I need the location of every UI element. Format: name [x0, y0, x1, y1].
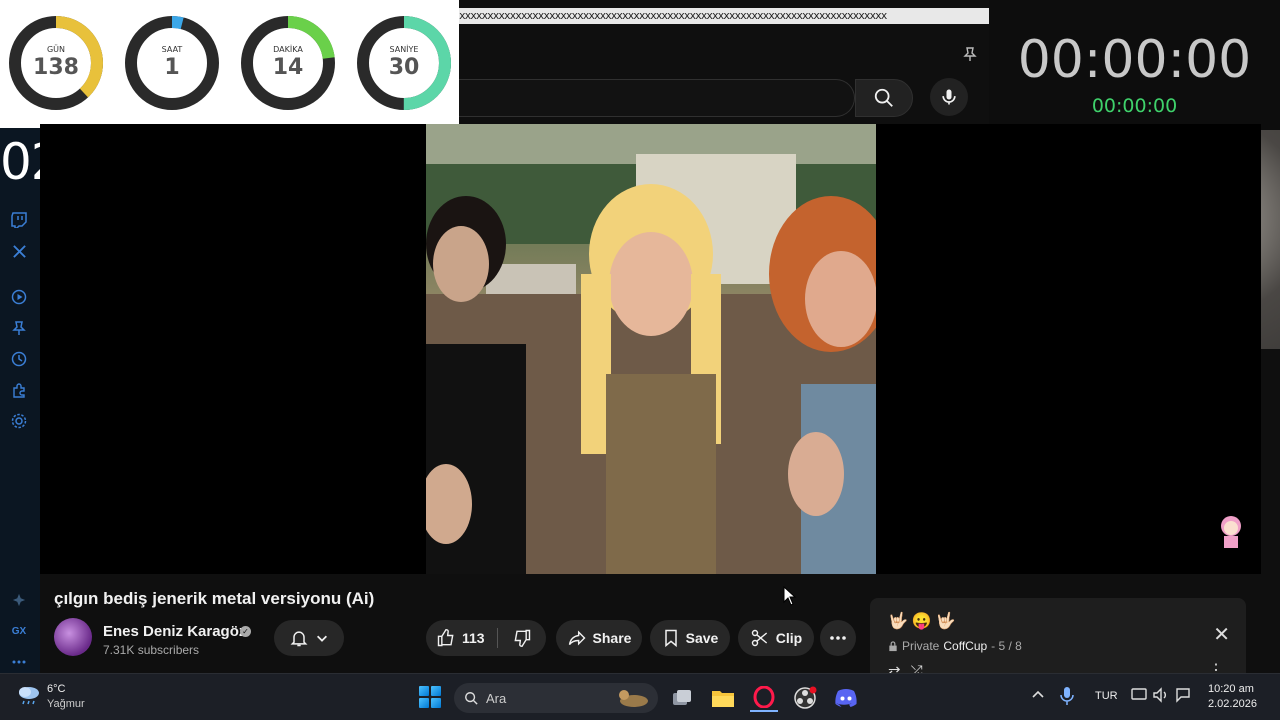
gx-icon[interactable]: GX	[9, 621, 29, 641]
chat-count: - 5 / 8	[991, 639, 1022, 653]
thumbs-up-icon	[437, 628, 454, 647]
chat-private-label: Private	[902, 639, 940, 653]
task-view-icon[interactable]	[668, 684, 696, 712]
chevron-down-icon	[317, 635, 327, 642]
taskbar-search[interactable]: Ara	[454, 683, 658, 713]
chat-name: CoffCup	[943, 639, 988, 653]
ring-label: GÜN	[46, 45, 66, 54]
notification-bell-button[interactable]	[274, 620, 344, 656]
ring-value: 1	[164, 55, 180, 80]
scissors-icon	[751, 629, 767, 647]
start-button[interactable]	[419, 686, 441, 708]
clip-button[interactable]: Clip	[738, 620, 814, 656]
thumbs-down-icon	[514, 629, 531, 648]
taskbar-search-placeholder: Ara	[486, 690, 507, 706]
voice-search-button[interactable]	[930, 78, 968, 116]
player-icon[interactable]	[9, 287, 29, 307]
more-horizontal-icon	[830, 636, 846, 640]
dislike-button[interactable]	[498, 620, 546, 656]
subscriber-count: 7.31K subscribers	[103, 643, 200, 657]
browser-sidebar: GX	[0, 128, 40, 673]
chat-meta: Private CoffCup - 5 / 8	[888, 639, 1022, 653]
windows-logo-tile	[431, 686, 441, 696]
stopwatch-widget: 00:00:00 00:00:00	[989, 0, 1280, 130]
chat-emojis: 🤟🏻😛🤟🏻	[888, 613, 960, 630]
microphone-icon	[942, 89, 956, 105]
input-language[interactable]: TUR	[1095, 690, 1118, 702]
mouse-cursor	[783, 585, 797, 611]
countdown-ring-minutes: DAKİKA 14	[240, 15, 336, 111]
battery-chat-icon	[1176, 688, 1190, 703]
search-input[interactable]	[459, 79, 855, 117]
weather-temperature: 6°C	[47, 683, 66, 695]
weather-description: Yağmur	[47, 698, 85, 710]
channel-avatar[interactable]	[54, 618, 92, 656]
settings-icon[interactable]	[9, 411, 29, 431]
twitch-icon[interactable]	[9, 210, 29, 230]
windows-logo-tile	[419, 698, 429, 708]
countdown-widget: GÜN 138 SAAT 1 DAKİKA 14 SANİYE 30	[0, 0, 459, 128]
clip-label: Clip	[775, 630, 803, 646]
discord-icon[interactable]	[832, 684, 860, 712]
video-frame[interactable]	[426, 124, 876, 574]
windows-logo-tile	[419, 686, 429, 696]
bookmark-icon	[664, 629, 677, 648]
stopwatch-sub: 00:00:00	[1091, 95, 1178, 117]
pin-icon[interactable]	[962, 46, 978, 62]
tray-chevron-up-icon[interactable]	[1032, 688, 1044, 702]
opera-gx-icon[interactable]	[750, 684, 778, 712]
video-title: çılgın bediş jenerik metal versiyonu (Ai…	[54, 589, 375, 608]
like-count: 113	[462, 630, 485, 646]
ring-value: 138	[33, 55, 79, 80]
stopwatch-main: 00:00:00	[1017, 30, 1252, 90]
tray-system-icons[interactable]	[1131, 686, 1195, 707]
extensions-icon[interactable]	[9, 380, 29, 400]
search-icon	[874, 88, 893, 107]
network-icon	[1131, 688, 1147, 700]
ring-label: SAAT	[161, 45, 183, 54]
share-icon	[568, 630, 586, 646]
more-actions-button[interactable]	[820, 620, 856, 656]
save-label: Save	[685, 630, 719, 646]
x-icon[interactable]	[9, 241, 29, 261]
chat-notification-popup[interactable]: 🤟🏻😛🤟🏻 Private CoffCup - 5 / 8 ✕ ⇄⤮ ⋮	[870, 598, 1246, 676]
file-explorer-icon[interactable]	[709, 684, 737, 712]
countdown-ring-days: GÜN 138	[8, 15, 104, 111]
tray-microphone-icon[interactable]	[1060, 686, 1074, 711]
overlay-avatar-sticker	[1214, 514, 1248, 550]
lock-icon	[889, 640, 897, 651]
share-button[interactable]: Share	[556, 620, 642, 656]
pin-icon[interactable]	[9, 318, 29, 338]
share-label: Share	[592, 630, 632, 646]
countdown-ring-seconds: SANİYE 30	[356, 15, 452, 111]
top-tab-strip: xxxxxxxxxxxxxxxxxxxxxxxxxxxxxxxxxxxxxxxx…	[459, 8, 989, 24]
history-icon[interactable]	[9, 349, 29, 369]
windows-logo-tile	[431, 698, 441, 708]
aria-icon[interactable]	[9, 590, 29, 610]
search-icon	[465, 692, 478, 705]
more-icon[interactable]	[9, 652, 29, 672]
obs-icon[interactable]	[791, 684, 819, 712]
bell-icon	[290, 631, 308, 647]
verified-icon: ✓	[240, 626, 251, 637]
ring-value: 14	[272, 55, 304, 80]
save-button[interactable]: Save	[650, 620, 730, 656]
clock-date[interactable]: 2.02.2026	[1208, 698, 1257, 710]
volume-icon	[1153, 687, 1166, 703]
search-highlight-icon	[619, 690, 648, 707]
ring-label: SANİYE	[389, 45, 419, 54]
search-button[interactable]	[855, 79, 913, 117]
video-frame-illustration	[426, 124, 876, 574]
countdown-ring-hours: SAAT 1	[124, 15, 220, 111]
close-icon[interactable]: ✕	[1213, 622, 1230, 647]
channel-name[interactable]: Enes Deniz Karagöz	[103, 623, 246, 640]
cloud-rain-icon[interactable]	[16, 684, 42, 706]
ring-label: DAKİKA	[273, 45, 303, 54]
clock-time[interactable]: 10:20 am	[1208, 683, 1254, 695]
ring-value: 30	[388, 55, 420, 80]
